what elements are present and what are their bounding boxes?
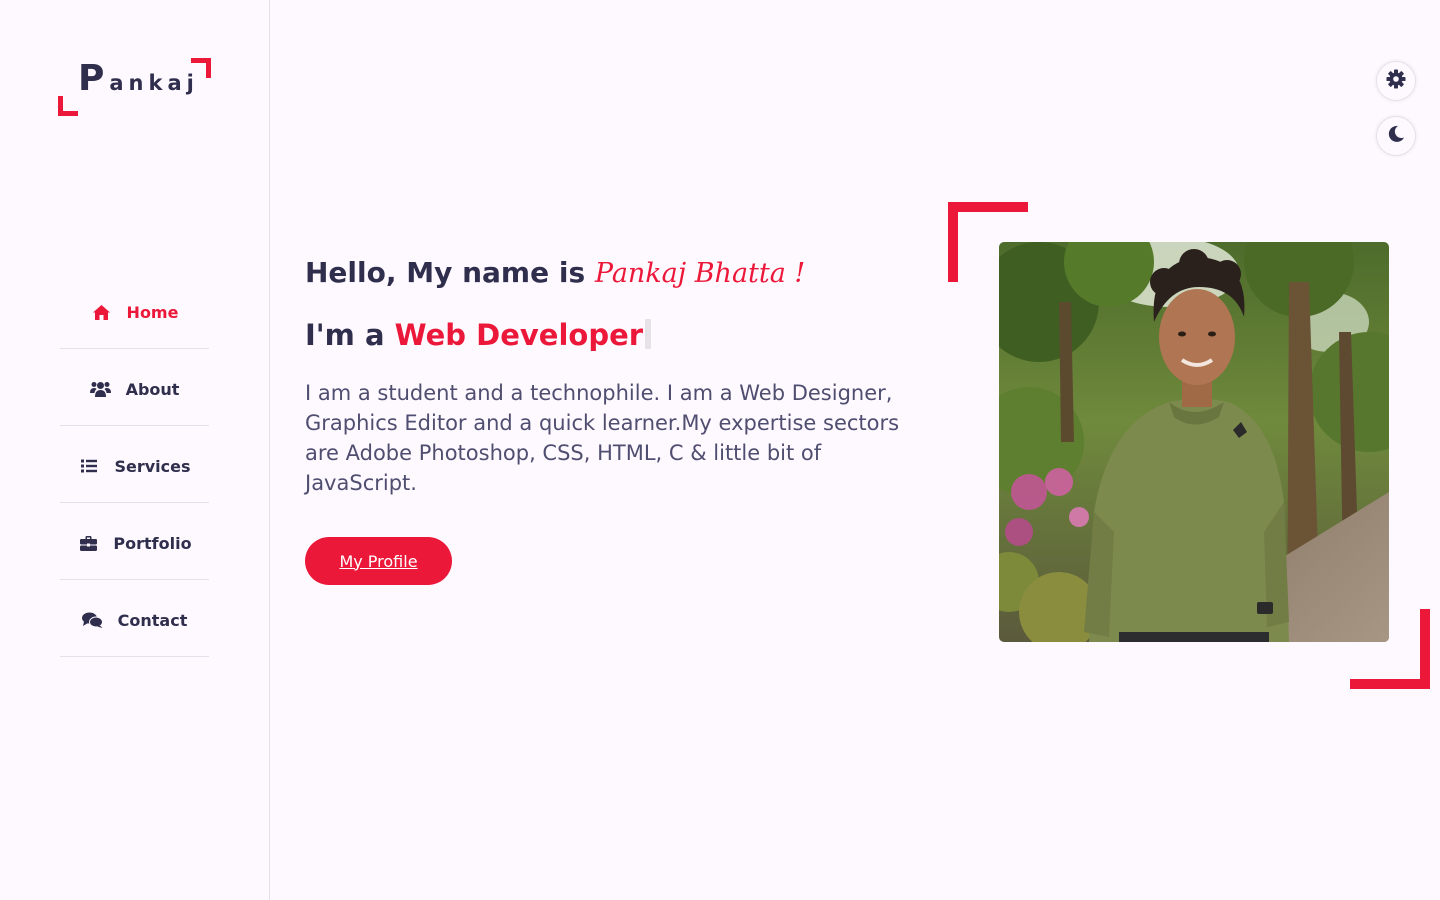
nav-label-portfolio: Portfolio [113, 533, 192, 553]
name-text: Pankaj Bhatta ! [594, 258, 806, 289]
nav-item-services: Services [60, 426, 209, 503]
nav-link-home[interactable]: Home [91, 302, 179, 322]
role-heading: I'm a Web Developer [305, 318, 652, 352]
moon-icon [1387, 125, 1405, 147]
typing-cursor [645, 319, 652, 349]
users-icon [90, 380, 112, 398]
gear-icon [1386, 69, 1406, 93]
nav-link-services[interactable]: Services [78, 456, 191, 476]
briefcase-icon [77, 534, 99, 552]
hello-heading: Hello, My name is Pankaj Bhatta ! [305, 256, 805, 289]
my-profile-button[interactable]: My Profile [305, 537, 452, 585]
logo-text: Pankaj [78, 58, 199, 99]
nav-item-contact: Contact [60, 580, 209, 657]
nav-label-services: Services [114, 456, 191, 476]
greeting-text: Hello, My name is [305, 256, 586, 289]
nav-item-about: About [60, 349, 209, 426]
nav-label-home: Home [126, 302, 179, 322]
style-switcher-toggle[interactable] [1376, 61, 1416, 101]
nav-link-about[interactable]: About [90, 379, 180, 399]
nav-item-home: Home [60, 272, 209, 349]
main-nav: Home About Services Portfolio Contact [60, 272, 209, 657]
role-prefix: I'm a [305, 318, 385, 352]
list-icon [78, 457, 100, 475]
intro-paragraph: I am a student and a technophile. I am a… [305, 381, 900, 495]
nav-link-contact[interactable]: Contact [82, 610, 188, 630]
day-night-toggle[interactable] [1376, 116, 1416, 156]
nav-item-portfolio: Portfolio [60, 503, 209, 580]
comments-icon [82, 611, 104, 629]
logo-initial: P [78, 58, 110, 99]
nav-label-contact: Contact [117, 610, 188, 630]
sidebar: Pankaj Home About Services Portfolio Con… [0, 0, 270, 900]
logo-corner-bottom-left [58, 96, 78, 116]
home-icon [91, 303, 113, 321]
nav-link-portfolio[interactable]: Portfolio [77, 533, 192, 553]
logo-rest: ankaj [109, 71, 199, 95]
profile-photo [999, 242, 1389, 642]
nav-label-about: About [125, 379, 180, 399]
logo[interactable]: Pankaj [58, 58, 211, 116]
typed-role: Web Developer [394, 318, 644, 352]
